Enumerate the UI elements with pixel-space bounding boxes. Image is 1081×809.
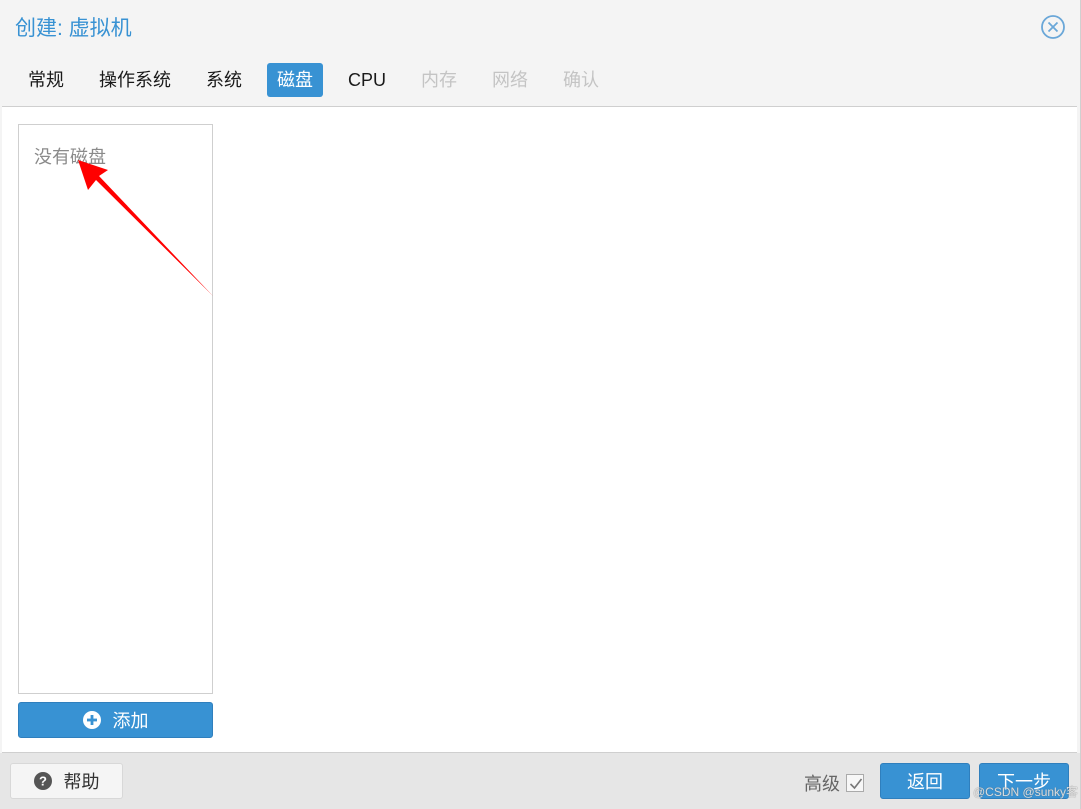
disk-tab-content: 没有磁盘 添加 [2, 106, 1077, 753]
dialog-footer: ? 帮助 高级 返回 下一步 [0, 753, 1080, 809]
empty-disk-message: 没有磁盘 [34, 147, 106, 167]
tab-system[interactable]: 系统 [196, 63, 252, 97]
tab-network: 网络 [492, 70, 529, 90]
dialog-title: 创建: 虚拟机 [15, 17, 132, 40]
disk-list[interactable]: 没有磁盘 [18, 124, 213, 694]
tab-disks[interactable]: 磁盘 [267, 63, 323, 97]
help-button[interactable]: ? 帮助 [10, 763, 123, 799]
tab-general[interactable]: 常规 [18, 63, 74, 97]
help-label: 帮助 [63, 772, 100, 792]
question-circle-icon: ? [33, 772, 52, 790]
tab-os[interactable]: 操作系统 [89, 63, 181, 97]
svg-text:?: ? [39, 774, 47, 789]
close-circle-icon [1041, 15, 1065, 39]
close-button[interactable] [1040, 14, 1066, 40]
advanced-label: 高级 [804, 774, 840, 794]
checkmark-icon [849, 778, 863, 790]
tab-cpu[interactable]: CPU [338, 63, 396, 97]
add-disk-button[interactable]: 添加 [18, 702, 213, 738]
add-disk-label: 添加 [112, 711, 149, 731]
next-button[interactable]: 下一步 [979, 763, 1069, 799]
tab-confirm: 确认 [563, 70, 600, 90]
advanced-checkbox[interactable] [846, 774, 864, 792]
plus-circle-icon [82, 711, 101, 729]
back-button[interactable]: 返回 [880, 763, 970, 799]
create-vm-dialog: 创建: 虚拟机 常规 操作系统 系统 磁盘 CPU 内存 网络 确认 没有磁盘 … [0, 0, 1081, 809]
wizard-tabs: 常规 操作系统 系统 磁盘 CPU 内存 网络 确认 [18, 63, 624, 97]
tab-memory: 内存 [421, 70, 458, 90]
advanced-toggle: 高级 [804, 770, 864, 796]
